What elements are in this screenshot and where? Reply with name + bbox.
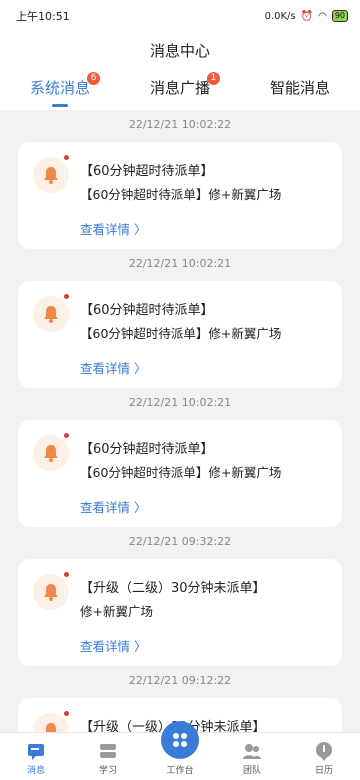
tab-smart-messages[interactable]: 智能消息 [240,70,360,110]
message-title: 【60分钟超时待派单】 [80,164,214,179]
status-time: 上午10:51 [16,10,70,23]
alarm-icon: ⏰ [300,10,314,22]
message-title: 【升级（二级）30分钟未派单】 [80,581,266,596]
message-body: 【60分钟超时待派单】修+新翼广场 [80,326,282,341]
status-indicators: 0.0K/s ⏰ ◠ 90 [265,10,348,22]
book-icon [100,744,116,758]
message-timestamp: 22/12/21 10:02:21 [128,396,232,409]
bell-icon [33,713,69,732]
message-item: 22/12/21 09:32:22 【升级（二级）30分钟未派单】 修+新翼广场… [0,527,360,666]
unread-dot [64,155,69,160]
nav-workbench[interactable]: 工作台 [144,721,216,780]
tab-label: 系统消息 [29,79,90,97]
message-card[interactable]: 【升级（二级）30分钟未派单】 修+新翼广场 查看详情 〉 [18,559,342,666]
message-item: 22/12/21 10:02:21 【60分钟超时待派单】 【60分钟超时待派单… [0,249,360,388]
chat-icon [28,744,44,760]
bell-icon [33,435,69,471]
nav-label: 工作台 [166,766,194,776]
view-details-link[interactable]: 查看详情 〉 [80,636,146,655]
message-title: 【60分钟超时待派单】 [80,442,214,457]
nav-calendar[interactable]: 日历 [288,733,360,780]
message-item: 22/12/21 10:02:21 【60分钟超时待派单】 【60分钟超时待派单… [0,388,360,527]
nav-study[interactable]: 学习 [72,733,144,780]
nav-label: 学习 [98,766,117,776]
nav-team[interactable]: 团队 [216,733,288,780]
nav-messages[interactable]: 消息 [0,733,72,780]
unread-dot [64,294,69,299]
unread-badge: 1 [207,72,220,85]
bottom-navigation: 消息 学习 工作台 团队 日历 [0,721,360,780]
nav-label: 消息 [26,766,45,776]
tab-label: 智能消息 [269,79,330,97]
grid-icon [173,733,187,747]
calendar-icon [316,742,332,761]
network-speed: 0.0K/s [264,10,296,22]
nav-label: 日历 [314,766,333,776]
battery-icon: 90 [331,10,348,22]
message-timestamp: 22/12/21 09:12:22 [128,674,232,687]
view-details-link[interactable]: 查看详情 〉 [80,219,146,238]
message-body: 【60分钟超时待派单】修+新翼广场 [80,465,282,480]
message-item: 22/12/21 10:02:22 【60分钟超时待派单】 【60分钟超时待派单… [0,110,360,249]
bell-icon [33,296,69,332]
bell-icon [33,157,69,193]
wifi-icon: ◠ [318,10,327,22]
message-timestamp: 22/12/21 09:32:22 [128,535,232,548]
message-card[interactable]: 【60分钟超时待派单】 【60分钟超时待派单】修+新翼广场 查看详情 〉 [18,420,342,527]
tab-broadcast[interactable]: 消息广播 1 [120,70,240,110]
unread-dot [64,433,69,438]
message-timestamp: 22/12/21 10:02:22 [128,118,232,131]
tab-system-messages[interactable]: 系统消息 6 [0,70,120,110]
workbench-button[interactable] [161,721,199,759]
team-icon [243,744,261,759]
view-details-link[interactable]: 查看详情 〉 [80,358,146,377]
message-title: 【60分钟超时待派单】 [80,303,214,318]
nav-label: 团队 [242,766,261,776]
message-tabs: 系统消息 6 消息广播 1 智能消息 [0,70,360,110]
unread-dot [64,711,69,716]
message-list[interactable]: 22/12/21 10:02:22 【60分钟超时待派单】 【60分钟超时待派单… [0,110,360,732]
active-tab-indicator [52,104,68,107]
view-details-link[interactable]: 查看详情 〉 [80,497,146,516]
unread-badge: 6 [87,72,100,85]
unread-dot [64,572,69,577]
message-card[interactable]: 【60分钟超时待派单】 【60分钟超时待派单】修+新翼广场 查看详情 〉 [18,281,342,388]
bell-icon [33,574,69,610]
tab-label: 消息广播 [149,79,210,97]
page-title: 消息中心 [0,32,360,70]
message-body: 修+新翼广场 [80,604,153,619]
message-body: 【60分钟超时待派单】修+新翼广场 [80,187,282,202]
message-card[interactable]: 【60分钟超时待派单】 【60分钟超时待派单】修+新翼广场 查看详情 〉 [18,142,342,249]
message-timestamp: 22/12/21 10:02:21 [128,257,232,270]
status-bar: 上午10:51 0.0K/s ⏰ ◠ 90 [0,0,360,32]
